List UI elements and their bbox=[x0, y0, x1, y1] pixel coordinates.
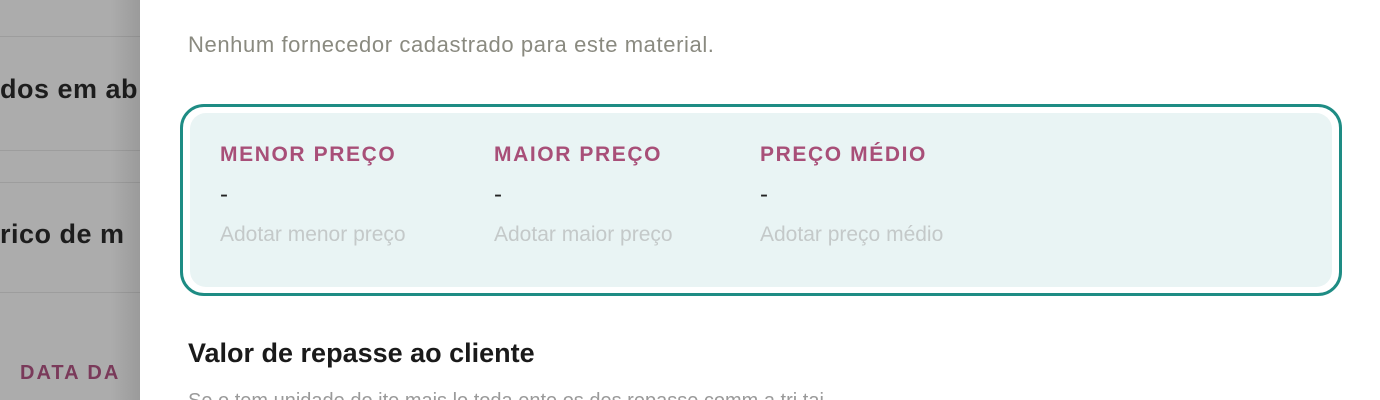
adopt-min-price-button[interactable]: Adotar menor preço bbox=[220, 223, 406, 247]
background-page: dos em ab rico de m DATA DA bbox=[0, 0, 140, 400]
min-price-column: MENOR PREÇO - Adotar menor preço bbox=[220, 143, 406, 247]
background-divider bbox=[0, 36, 140, 37]
material-drawer: Nenhum fornecedor cadastrado para este m… bbox=[140, 0, 1380, 400]
repasse-section-description: Se o tem unidade do ite mais lo toda ent… bbox=[188, 390, 824, 400]
adopt-avg-price-button[interactable]: Adotar preço médio bbox=[760, 223, 943, 247]
background-divider bbox=[0, 182, 140, 183]
min-price-label: MENOR PREÇO bbox=[220, 143, 397, 166]
avg-price-value: - bbox=[760, 181, 768, 208]
no-suppliers-message: Nenhum fornecedor cadastrado para este m… bbox=[188, 32, 715, 57]
max-price-label: MAIOR PREÇO bbox=[494, 143, 663, 166]
background-divider bbox=[0, 292, 140, 293]
background-section-heading: dos em ab bbox=[0, 74, 139, 104]
price-summary-card: MENOR PREÇO - Adotar menor preço MAIOR P… bbox=[180, 104, 1342, 296]
avg-price-column: PREÇO MÉDIO - Adotar preço médio bbox=[760, 143, 943, 247]
background-column-header: DATA DA bbox=[20, 362, 121, 384]
background-divider bbox=[0, 150, 140, 151]
background-section-heading: rico de m bbox=[0, 219, 125, 249]
price-summary-body: MENOR PREÇO - Adotar menor preço MAIOR P… bbox=[190, 113, 1332, 287]
repasse-section-title: Valor de repasse ao cliente bbox=[188, 338, 535, 368]
adopt-max-price-button[interactable]: Adotar maior preço bbox=[494, 223, 673, 247]
avg-price-label: PREÇO MÉDIO bbox=[760, 143, 927, 166]
max-price-column: MAIOR PREÇO - Adotar maior preço bbox=[494, 143, 673, 247]
max-price-value: - bbox=[494, 181, 502, 208]
min-price-value: - bbox=[220, 181, 228, 208]
